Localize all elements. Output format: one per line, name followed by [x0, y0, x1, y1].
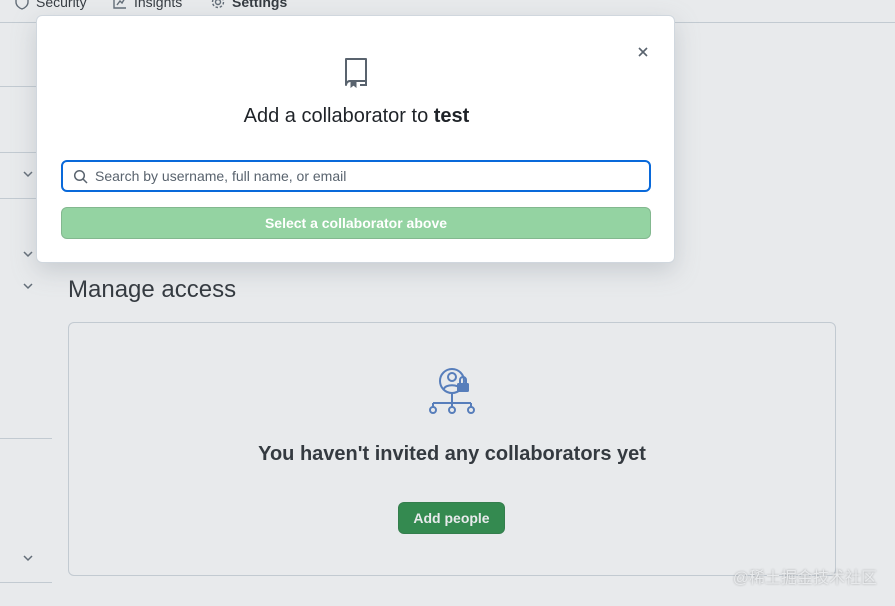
- dialog-title-text: Add a collaborator to: [243, 105, 429, 127]
- search-icon: [73, 169, 88, 184]
- dialog-title: Add a collaborator to test: [37, 105, 676, 128]
- repo-icon: [345, 58, 367, 88]
- close-icon[interactable]: [635, 44, 651, 60]
- add-collaborator-dialog: Add a collaborator to test Select a coll…: [36, 15, 675, 263]
- select-collaborator-button[interactable]: Select a collaborator above: [61, 207, 651, 239]
- collaborator-search-field[interactable]: [61, 160, 651, 192]
- repo-name: test: [433, 105, 470, 127]
- collaborator-search-input[interactable]: [95, 162, 645, 190]
